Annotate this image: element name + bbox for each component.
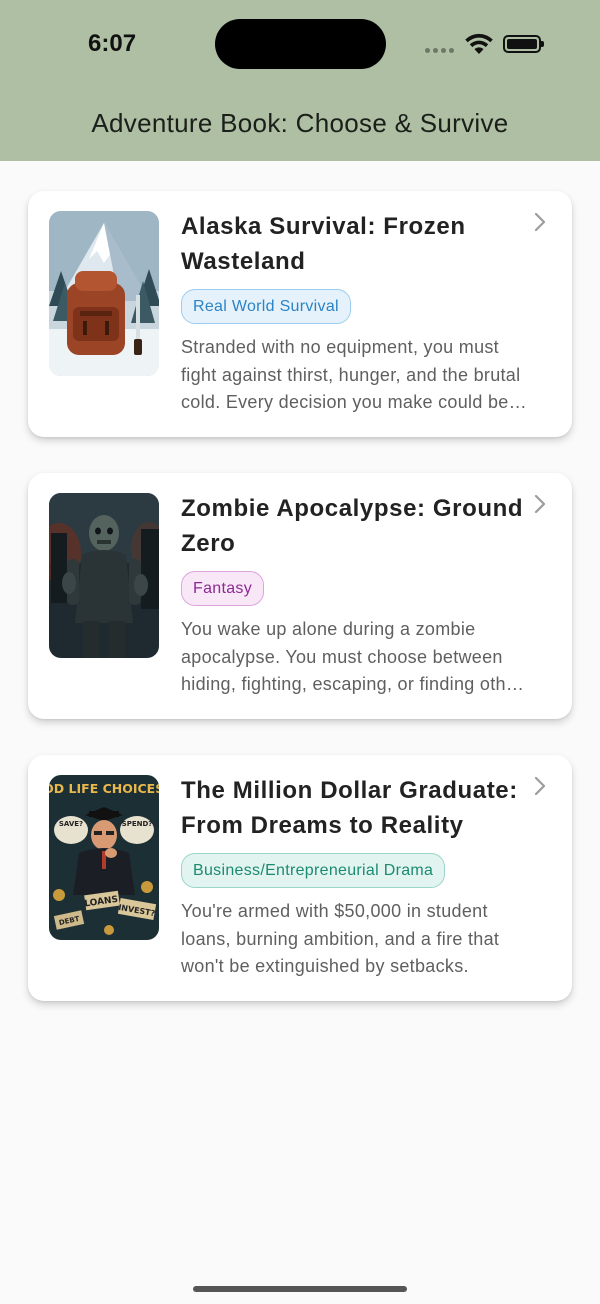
home-indicator[interactable]	[193, 1286, 407, 1292]
svg-text:SAVE?: SAVE?	[59, 820, 83, 828]
book-description: You're armed with $50,000 in student loa…	[181, 901, 500, 976]
status-time: 6:07	[88, 30, 137, 57]
dynamic-island	[215, 19, 386, 69]
svg-text:GOOD LIFE CHOICES...?: GOOD LIFE CHOICES...?	[49, 781, 159, 796]
book-card-million-dollar-graduate[interactable]: GOOD LIFE CHOICES...? SAVE? SPEND? LOANS…	[28, 755, 572, 1001]
genre-badge: Business/Entrepreneurial Drama	[181, 853, 446, 888]
book-description: You wake up alone during a zombie apocal…	[181, 619, 523, 694]
graduate-choices-cover-icon: GOOD LIFE CHOICES...? SAVE? SPEND? LOANS…	[49, 775, 159, 940]
wifi-icon	[465, 33, 493, 54]
book-title: Zombie Apocalypse: Ground Zero	[181, 495, 524, 557]
cellular-signal-icon	[425, 48, 454, 53]
book-card-zombie-apocalypse[interactable]: Zombie Apocalypse: Ground Zero Fantasy Y…	[28, 473, 572, 719]
chevron-right-icon	[534, 776, 546, 796]
book-card-alaska-survival[interactable]: Alaska Survival: Frozen Wasteland Real W…	[28, 191, 572, 437]
backpack-mountain-cover-icon	[49, 211, 159, 376]
genre-badge: Real World Survival	[181, 289, 351, 324]
zombie-cover-icon	[49, 493, 159, 658]
chevron-right-icon	[534, 494, 546, 514]
app-header: 6:07 Adventure Book: Choose & Survive	[0, 0, 600, 161]
chevron-right-icon	[534, 212, 546, 232]
battery-icon	[503, 35, 544, 53]
book-description: Stranded with no equipment, you must fig…	[181, 337, 521, 412]
book-title: Alaska Survival: Frozen Wasteland	[181, 213, 466, 275]
genre-badge: Fantasy	[181, 571, 265, 606]
svg-text:SPEND?: SPEND?	[122, 820, 153, 828]
app-title: Adventure Book: Choose & Survive	[91, 108, 509, 138]
book-title: The Million Dollar Graduate: From Dreams…	[181, 777, 518, 839]
